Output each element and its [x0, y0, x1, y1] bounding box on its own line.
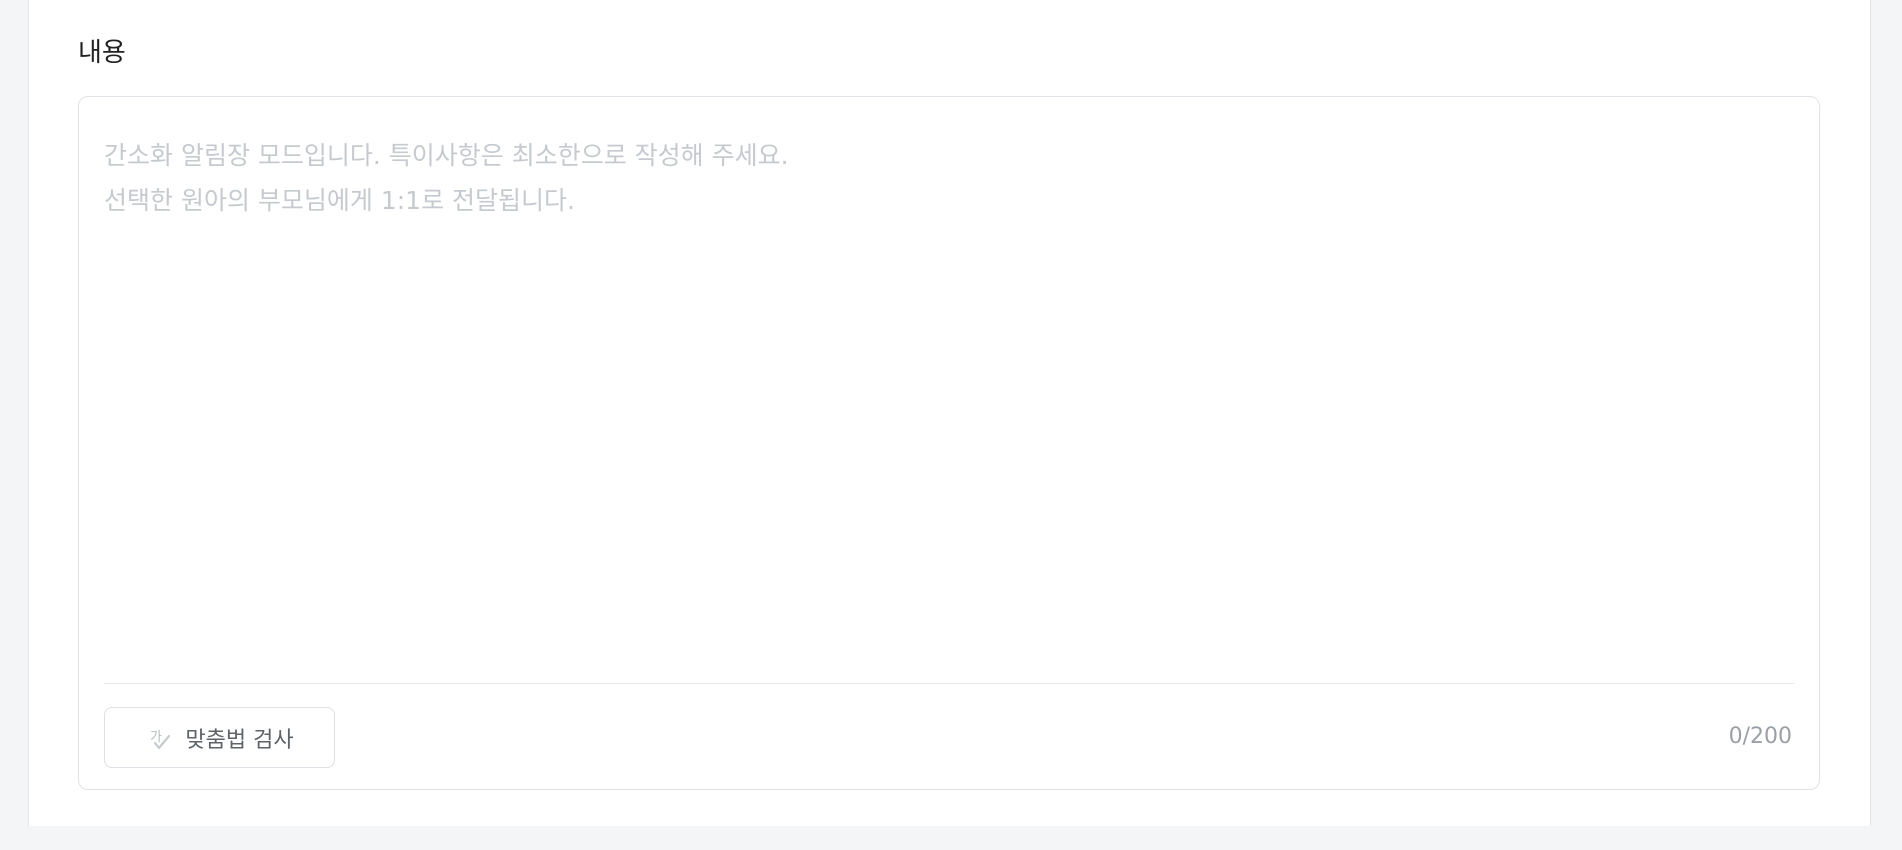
content-editor[interactable]: 간소화 알림장 모드입니다. 특이사항은 최소한으로 작성해 주세요. 선택한 … — [78, 96, 1820, 790]
spellcheck-button[interactable]: 가 맞춤법 검사 — [104, 707, 335, 768]
character-counter: 0/200 — [1728, 724, 1792, 749]
spellcheck-label: 맞춤법 검사 — [185, 727, 294, 753]
editor-divider — [104, 683, 1794, 684]
content-section-title: 내용 — [78, 38, 126, 68]
placeholder-line-2: 선택한 원아의 부모님에게 1:1로 전달됩니다. — [104, 186, 575, 215]
placeholder-line-1: 간소화 알림장 모드입니다. 특이사항은 최소한으로 작성해 주세요. — [104, 141, 789, 170]
editor-placeholder[interactable]: 간소화 알림장 모드입니다. 특이사항은 최소한으로 작성해 주세요. 선택한 … — [104, 133, 1794, 223]
spellcheck-icon: 가 — [145, 723, 175, 753]
